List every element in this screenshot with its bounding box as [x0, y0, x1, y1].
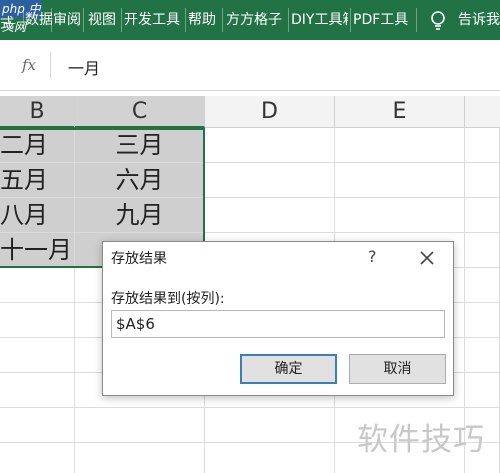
tab-view[interactable]: 视图 — [88, 0, 120, 40]
function-icon[interactable]: fx — [22, 56, 36, 74]
column-header-f[interactable] — [465, 96, 500, 128]
dialog-title: 存放结果 — [111, 251, 167, 267]
cell-b2[interactable]: 五月 — [0, 163, 75, 198]
tab-developer[interactable]: 开发工具 — [124, 0, 184, 40]
cell-empty[interactable] — [465, 303, 500, 338]
cell-empty[interactable] — [465, 338, 500, 373]
cell-empty[interactable] — [0, 408, 75, 443]
cell-e2[interactable] — [335, 163, 465, 198]
tab-divider — [185, 8, 186, 32]
cell-e1[interactable] — [335, 128, 465, 163]
cell-b1[interactable]: 二月 — [0, 128, 75, 163]
fx-box: fx — [0, 52, 51, 78]
tab-divider — [350, 8, 351, 32]
watermark: 软件技巧 — [357, 422, 485, 458]
ribbon-tabs: php 中文网 式 数据 审阅 视图 开发工具 帮助 方方格子 DIY工具箱 P… — [0, 0, 500, 40]
tab-divider — [222, 8, 223, 32]
cell-f2[interactable] — [465, 163, 500, 198]
cell-empty[interactable] — [75, 443, 205, 473]
column-header-b[interactable]: B — [0, 96, 75, 128]
result-location-label: 存放结果到(按列): — [111, 291, 225, 307]
tell-me-box[interactable]: 告诉我 — [458, 0, 500, 40]
tab-divider — [83, 8, 84, 32]
tab-divider — [416, 8, 417, 32]
cell-d3[interactable] — [205, 198, 335, 233]
tab-help[interactable]: 帮助 — [188, 0, 220, 40]
cell-f3[interactable] — [465, 198, 500, 233]
cell-b3[interactable]: 八月 — [0, 198, 75, 233]
lightbulb-icon[interactable] — [428, 10, 448, 32]
column-header-c[interactable]: C — [75, 96, 205, 128]
cell-d2[interactable] — [205, 163, 335, 198]
column-header-d[interactable]: D — [205, 96, 335, 128]
tab-divider — [121, 8, 122, 32]
tab-fangfang[interactable]: 方方格子 — [226, 0, 286, 40]
cell-e3[interactable] — [335, 198, 465, 233]
column-header-e[interactable]: E — [335, 96, 465, 128]
cell-empty[interactable] — [0, 268, 75, 303]
formula-bar: fx 一月 — [0, 40, 500, 91]
cell-f1[interactable] — [465, 128, 500, 163]
cell-empty[interactable] — [465, 373, 500, 408]
cell-empty[interactable] — [205, 408, 335, 443]
tab-format[interactable]: 式 — [0, 4, 22, 44]
cell-empty[interactable] — [0, 303, 75, 338]
tab-divider — [288, 8, 289, 32]
tab-pdf-tools[interactable]: PDF工具 — [353, 0, 413, 40]
cell-empty[interactable] — [465, 268, 500, 303]
cell-empty[interactable] — [0, 338, 75, 373]
cell-empty[interactable] — [0, 443, 75, 473]
tab-review[interactable]: 审阅 — [53, 0, 83, 40]
tab-divider — [23, 8, 24, 32]
cancel-button[interactable]: 取消 — [349, 354, 446, 384]
cell-c2[interactable]: 六月 — [75, 163, 205, 198]
cell-empty[interactable] — [205, 443, 335, 473]
result-location-input[interactable] — [111, 310, 445, 338]
cell-empty[interactable] — [75, 408, 205, 443]
tab-divider — [51, 8, 52, 32]
cell-empty[interactable] — [0, 373, 75, 408]
formula-input[interactable]: 一月 — [68, 55, 100, 79]
tab-diy-tools[interactable]: DIY工具箱 — [291, 0, 348, 40]
cell-d1[interactable] — [205, 128, 335, 163]
store-result-dialog: 存放结果 ? 存放结果到(按列): 确定 取消 — [102, 241, 454, 396]
cell-c3[interactable]: 九月 — [75, 198, 205, 233]
cell-c1[interactable]: 三月 — [75, 128, 205, 163]
help-button[interactable]: ? — [368, 247, 377, 266]
close-icon[interactable] — [419, 250, 435, 266]
cell-b4[interactable]: 十一月 — [0, 233, 75, 268]
cell-f4[interactable] — [465, 233, 500, 268]
ok-button[interactable]: 确定 — [240, 354, 337, 384]
